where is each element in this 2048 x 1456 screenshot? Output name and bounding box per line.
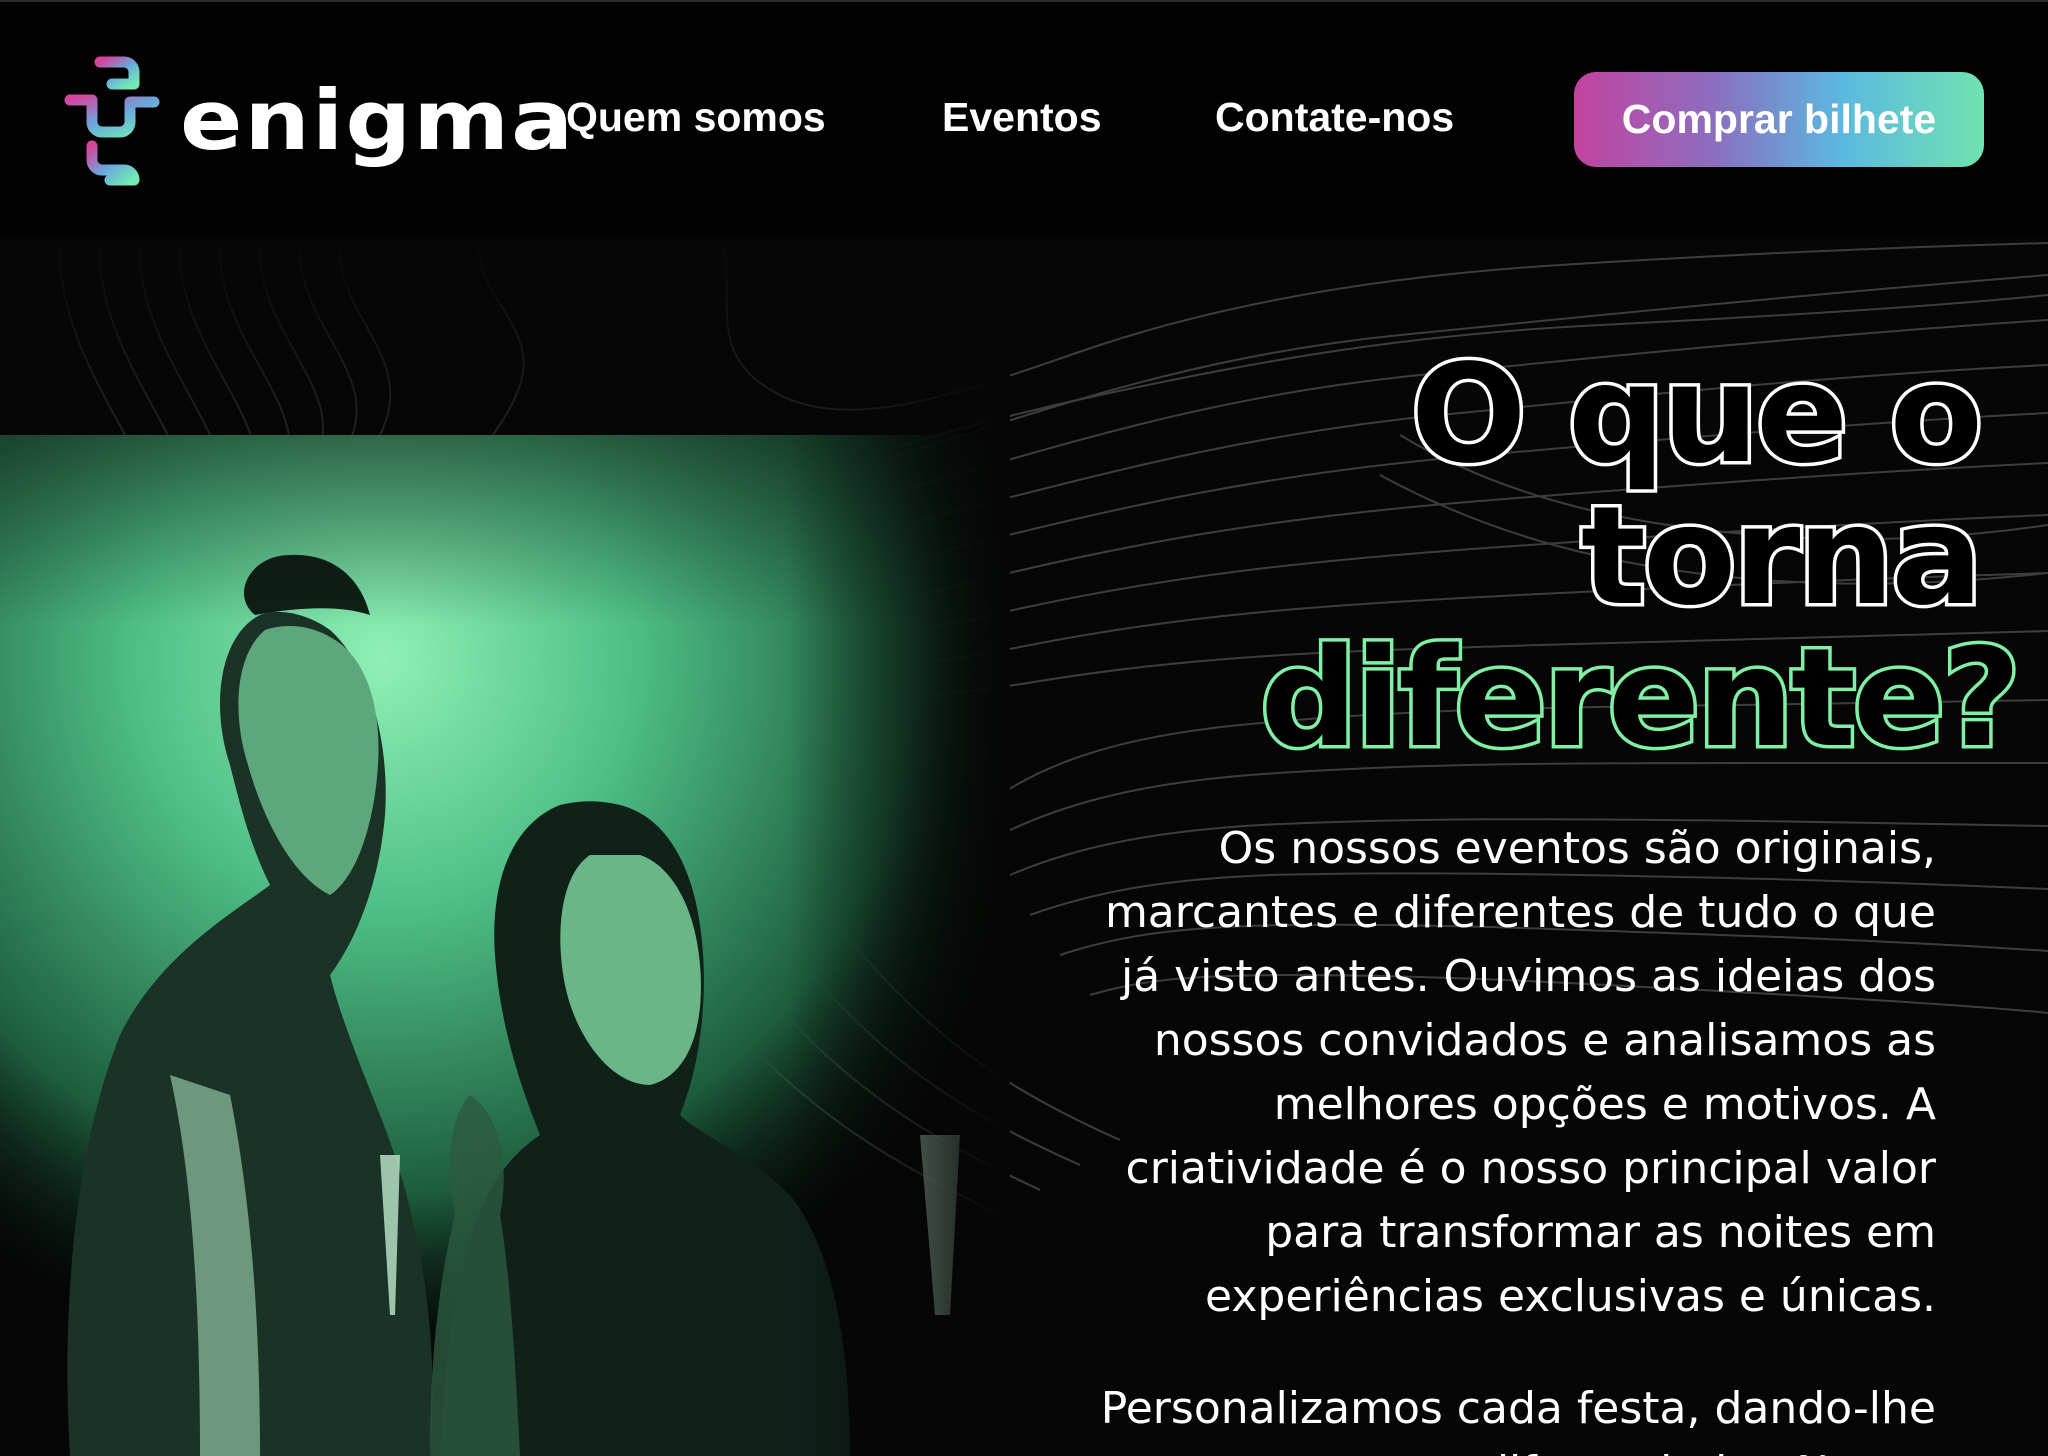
logo[interactable]: enigma: [62, 50, 575, 192]
hero-section: O que o torna diferente? Os nossos event…: [0, 235, 2048, 1456]
nav-contate-nos[interactable]: Contate-nos: [1215, 94, 1454, 141]
hero-headline: O que o torna diferente?: [1257, 336, 2025, 779]
headline-line-2: torna: [1577, 478, 1986, 637]
headline-line-1: O que o: [1407, 336, 1986, 495]
enigma-logo-icon: [64, 56, 160, 186]
hero-paragraph-2: Personalizamos cada festa, dando-lhe um …: [1100, 1383, 1936, 1456]
logo-wordmark: enigma: [180, 72, 576, 169]
headline-line-3: diferente?: [1257, 620, 2025, 779]
page: enigma Quem somos Eventos Contate-nos Co…: [0, 0, 2048, 1456]
nav-eventos[interactable]: Eventos: [942, 94, 1102, 141]
buy-ticket-button[interactable]: Comprar bilhete: [1574, 72, 1984, 167]
hero-paragraph-1: Os nossos eventos são originais, marcant…: [1104, 823, 1936, 1322]
site-header: enigma Quem somos Eventos Contate-nos Co…: [0, 0, 2048, 235]
party-people-photo: [0, 235, 1010, 1456]
nav-quem-somos[interactable]: Quem somos: [566, 94, 826, 141]
